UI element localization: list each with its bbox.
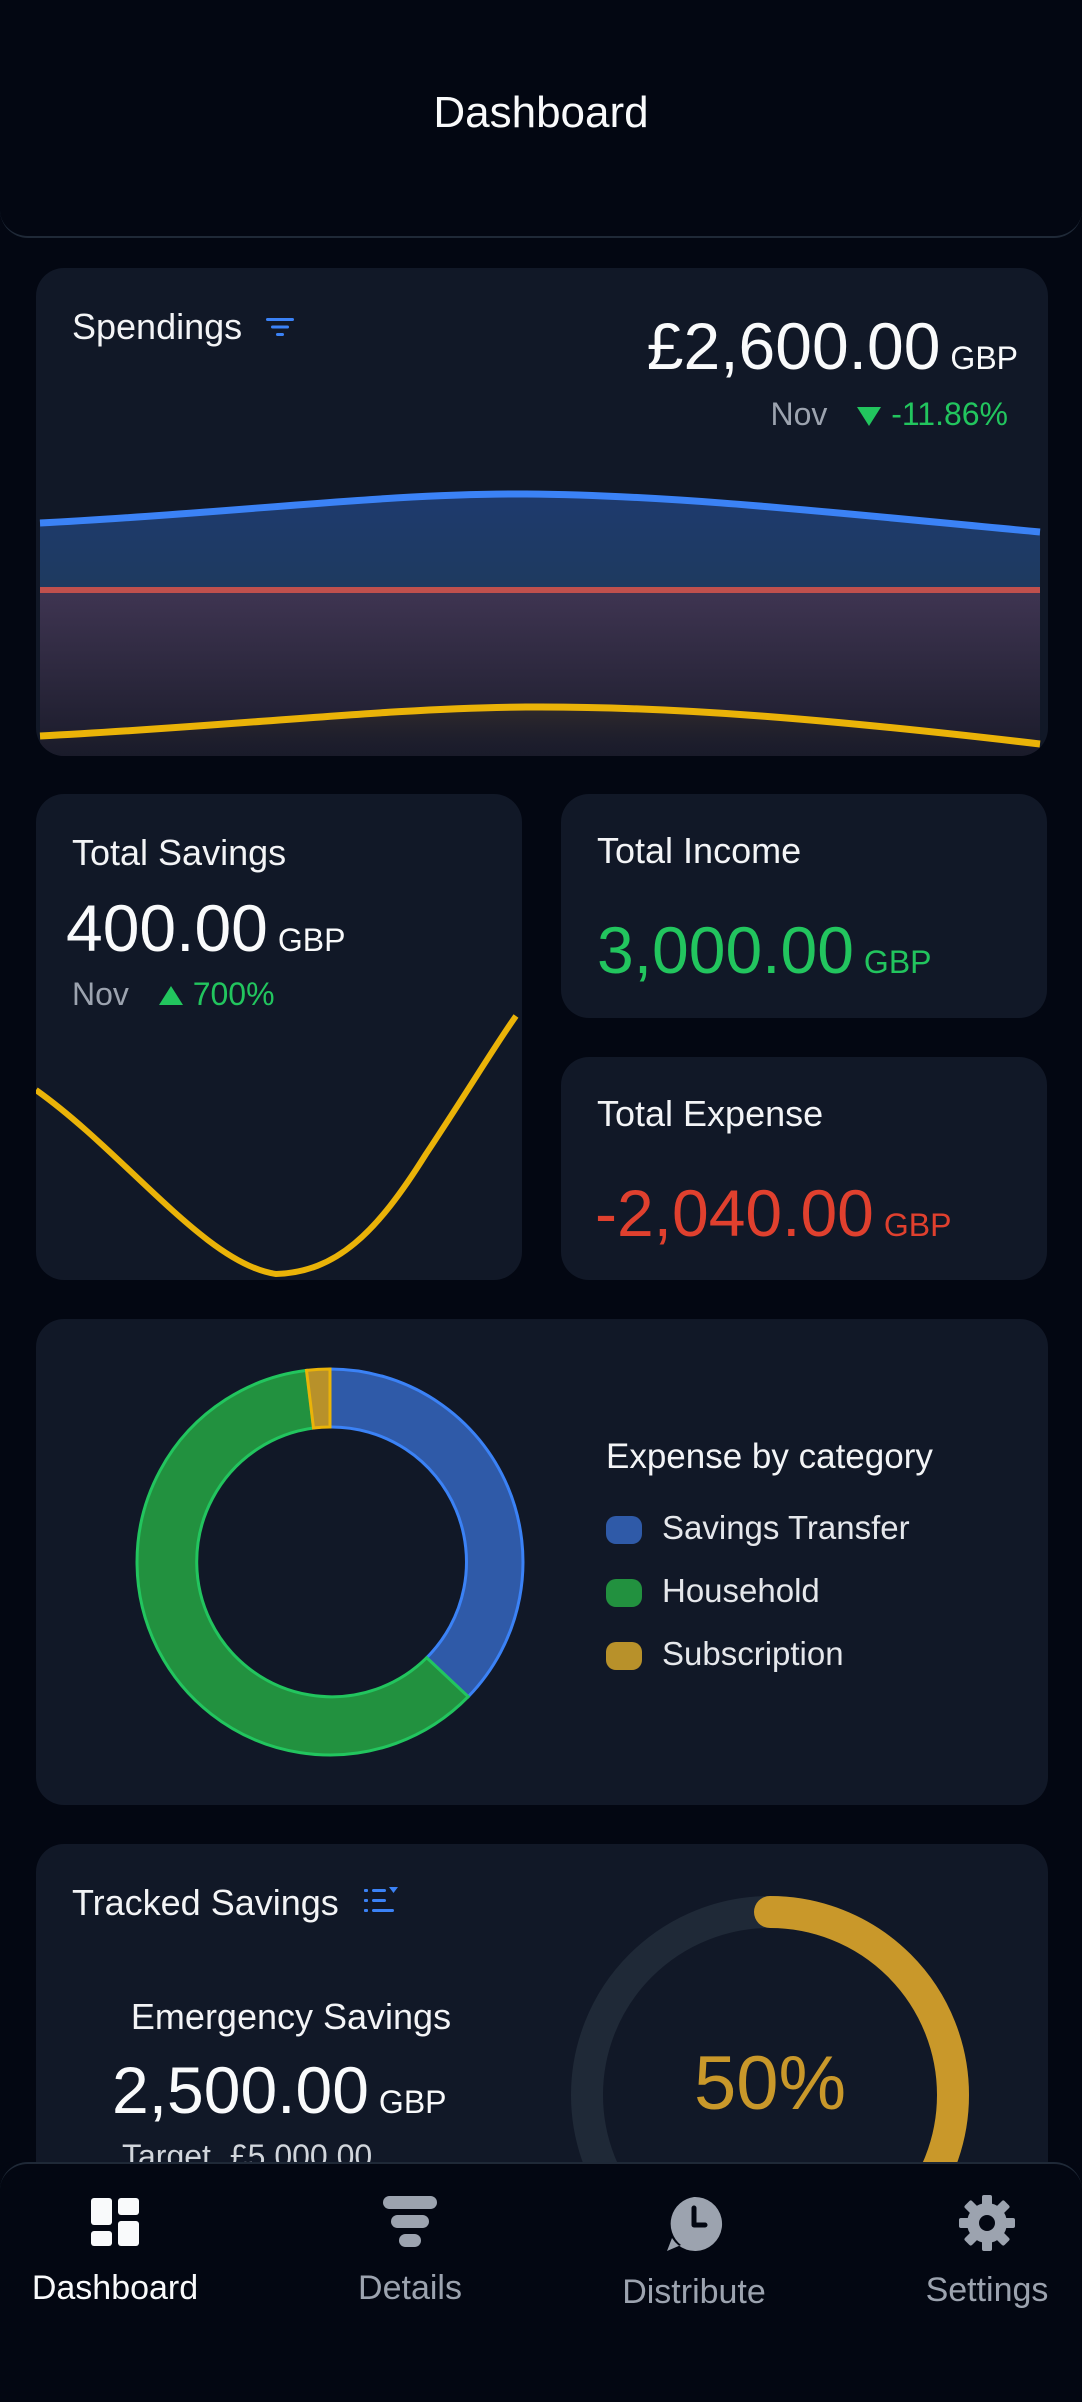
donut-segment-savings-transfer (328, 1367, 525, 1699)
spendings-blue-area (40, 493, 1040, 590)
gear-icon (877, 2194, 1082, 2257)
nav-label: Dashboard (31, 2269, 199, 2307)
nav-item-dashboard[interactable]: Dashboard (5, 2194, 225, 2308)
total-expense-card[interactable]: Total Expense -2,040.00 GBP (561, 1057, 1047, 1280)
goal-amount: 2,500.00 (112, 2053, 369, 2127)
legend-item-subscription[interactable]: Subscription (606, 1635, 844, 1673)
nav-label: Distribute (622, 2273, 766, 2311)
legend-label: Subscription (662, 1635, 844, 1672)
tracked-title: Tracked Savings (72, 1882, 339, 1923)
legend-swatch (606, 1642, 642, 1671)
legend-swatch (606, 1579, 642, 1608)
clock-bubble-icon (584, 2194, 804, 2259)
income-amount: 3,000.00 (597, 913, 854, 987)
sort-list-icon[interactable] (363, 1884, 399, 1926)
expense-title: Total Expense (597, 1093, 824, 1134)
page-title: Dashboard (433, 88, 649, 137)
savings-line-chart (36, 1014, 519, 1278)
goal-currency: GBP (378, 2084, 447, 2120)
savings-line (36, 1014, 519, 1278)
spendings-card[interactable]: Spendings £2,600.00 GBP Nov -11.86% (36, 268, 1048, 756)
legend-label: Savings Transfer (662, 1509, 910, 1546)
income-title: Total Income (597, 830, 802, 871)
category-chart-title: Expense by category (606, 1437, 933, 1476)
income-currency: GBP (863, 944, 932, 980)
nav-item-distribute[interactable]: Distribute (584, 2194, 804, 2312)
expense-amount: -2,040.00 (595, 1176, 874, 1250)
goal-name: Emergency Savings (130, 1996, 452, 2037)
expense-amount-row: -2,040.00 GBP (595, 1175, 951, 1251)
total-income-card[interactable]: Total Income 3,000.00 GBP (561, 794, 1047, 1018)
legend-item-savings-transfer[interactable]: Savings Transfer (606, 1509, 910, 1547)
goal-progress-label: 50% (693, 2041, 847, 2126)
nav-item-details[interactable]: Details (300, 2194, 520, 2308)
goal-amount-row: 2,500.00 GBP (112, 2052, 447, 2128)
nav-label: Details (358, 2269, 462, 2307)
expense-by-category-card: Expense by category Savings Transfer Hou… (36, 1319, 1048, 1805)
expense-donut-chart (135, 1367, 525, 1757)
income-amount-row: 3,000.00 GBP (597, 912, 932, 988)
bottom-navigation: Dashboard Details Distribute Settings (0, 2162, 1082, 2402)
legend-label: Household (662, 1572, 820, 1609)
app-header: Dashboard (0, 0, 1082, 238)
layers-stack-icon (300, 2194, 520, 2255)
nav-label: Settings (925, 2271, 1049, 2309)
total-savings-card[interactable]: Total Savings 400.00 GBP Nov 700% (36, 794, 522, 1280)
legend-swatch (606, 1516, 642, 1545)
expense-currency: GBP (883, 1207, 952, 1243)
dashboard-grid-icon (5, 2194, 225, 2255)
tracked-title-row: Tracked Savings (72, 1882, 399, 1926)
nav-item-settings[interactable]: Settings (877, 2194, 1082, 2310)
spendings-area-chart (39, 490, 1041, 756)
legend-item-household[interactable]: Household (606, 1572, 820, 1610)
